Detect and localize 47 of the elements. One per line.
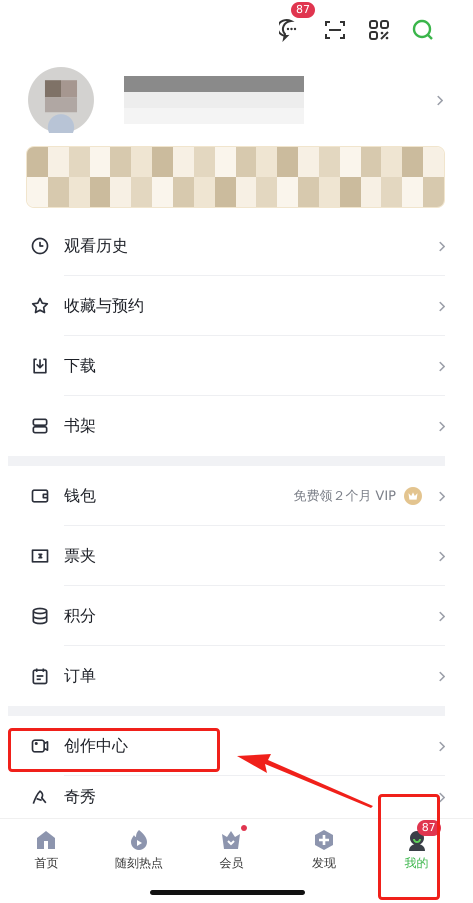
promo-text: 免费领２个月 VIP: [293, 488, 396, 505]
chevron-icon: [438, 240, 445, 252]
qr-code-icon[interactable]: [367, 18, 391, 42]
tab-item[interactable]: 随刻热点: [92, 819, 186, 881]
menu-item[interactable]: 订单: [8, 646, 445, 706]
chevron-icon: [438, 792, 445, 802]
menu-label: 票夹: [64, 546, 96, 566]
chevron-icon: [438, 670, 445, 682]
menu-item[interactable]: 奇秀: [8, 776, 445, 818]
menu-item[interactable]: 钱包 免费领２个月 VIP: [8, 466, 445, 526]
chevron-icon: [438, 490, 445, 502]
chevron-icon: [438, 550, 445, 562]
menu-label: 订单: [64, 666, 96, 686]
chevron-icon[interactable]: [436, 94, 443, 106]
shelf-icon: [30, 416, 50, 436]
menu-label: 奇秀: [64, 786, 96, 808]
clock-icon: [30, 236, 50, 256]
menu-item[interactable]: 观看历史: [8, 216, 445, 276]
menu-item[interactable]: 票夹: [8, 526, 445, 586]
coins-icon: [30, 606, 50, 626]
search-icon[interactable]: [411, 18, 435, 42]
tab-item[interactable]: 发现: [278, 819, 370, 881]
menu-label: 收藏与预约: [64, 296, 144, 316]
star-icon: [30, 296, 50, 316]
menu-item[interactable]: 下载: [8, 336, 445, 396]
menu-label: 下载: [64, 356, 96, 376]
chevron-icon: [438, 740, 445, 752]
chevron-icon: [438, 300, 445, 312]
crown-icon: [404, 487, 422, 505]
menu-label: 书架: [64, 416, 96, 436]
notification-badge: 87: [291, 2, 315, 18]
menu-item[interactable]: 收藏与预约: [8, 276, 445, 336]
order-icon: [30, 666, 50, 686]
tab-item[interactable]: 会员: [185, 819, 278, 881]
chevron-icon: [438, 420, 445, 432]
avatar-icon[interactable]: [28, 67, 94, 133]
menu-item[interactable]: 积分: [8, 586, 445, 646]
menu-item[interactable]: 书架: [8, 396, 445, 456]
scan-icon[interactable]: [323, 18, 347, 42]
chevron-icon: [438, 360, 445, 372]
tab-item[interactable]: 87 我的: [370, 819, 463, 881]
chevron-icon: [438, 610, 445, 622]
menu-label: 创作中心: [64, 736, 128, 756]
menu-label: 积分: [64, 606, 96, 626]
menu-label: 观看历史: [64, 236, 128, 256]
menu-label: 钱包: [64, 486, 96, 506]
tab-item[interactable]: 首页: [0, 819, 93, 881]
